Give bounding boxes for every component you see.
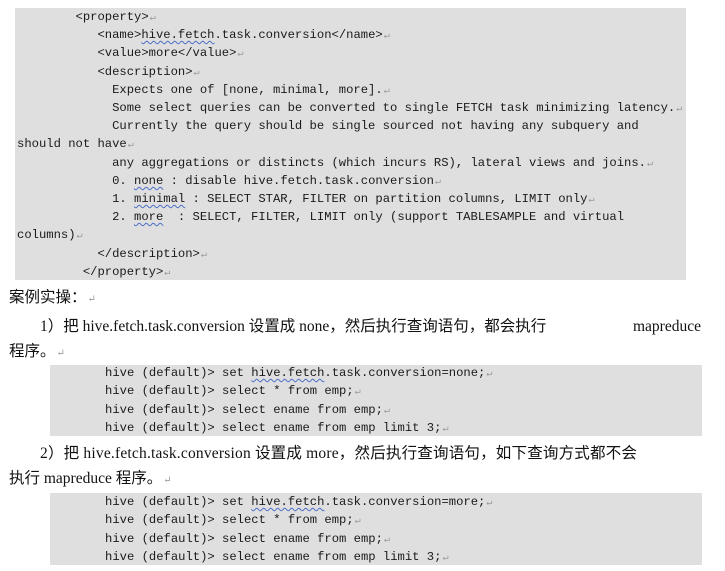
code-text: <description>	[17, 64, 193, 79]
code-text: <value>more</value>	[17, 46, 237, 61]
code-text: columns)	[17, 228, 76, 243]
code-line: hive (default)> set hive.fetch.task.conv…	[105, 364, 492, 382]
code-line: hive (default)> select ename from emp li…	[105, 548, 448, 566]
section-heading-text: 案例实操：	[9, 289, 87, 306]
code-line: 0. none : disable hive.fetch.task.conver…	[17, 172, 441, 190]
paragraph-mark-icon: ↵	[164, 267, 171, 279]
paragraph-mark-icon: ↵	[76, 231, 83, 243]
code-text: 0.	[17, 173, 135, 188]
code-block-none: hive (default)> set hive.fetch.task.conv…	[50, 365, 702, 436]
paragraph-mark-icon: ↵	[486, 498, 493, 509]
code-text: 1.	[17, 192, 135, 206]
spellcheck-flagged-text: minimal	[134, 192, 186, 206]
code-line: 2. more : SELECT, FILTER, LIMIT only (su…	[17, 208, 624, 226]
code-text: </description>	[17, 246, 200, 261]
code-text: hive (default)> select * from emp;	[105, 384, 354, 399]
paragraph-mark-icon: ↵	[383, 85, 390, 97]
paragraph-mark-icon: ↵	[442, 552, 449, 564]
paragraph-mark-icon: ↵	[442, 423, 449, 435]
code-line: hive (default)> select ename from emp;↵	[105, 530, 390, 548]
paragraph-mark-icon: ↵	[127, 140, 134, 152]
spellcheck-flagged-text: more	[134, 210, 164, 225]
code-line: Expects one of [none, minimal, more].↵	[17, 81, 390, 99]
code-text: Expects one of [none, minimal, more].	[17, 82, 383, 97]
paragraph-mark-icon: ↵	[383, 534, 390, 546]
code-text: hive (default)> select ename from emp;	[105, 531, 383, 546]
paragraph-mark-icon: ↵	[200, 249, 207, 261]
code-text: hive (default)> set	[105, 495, 252, 509]
paragraph-mark-icon: ↵	[354, 387, 361, 399]
code-text: hive (default)> select * from emp;	[105, 513, 354, 528]
code-text: should not have	[17, 137, 127, 152]
code-line: <description>↵	[17, 63, 200, 81]
paragraph-mark-icon: ↵	[646, 158, 654, 170]
step2-text-cont: 执行 mapreduce 程序。	[9, 470, 163, 487]
paragraph-mark-icon: ↵	[149, 13, 156, 24]
spellcheck-flagged-text: hive.fetch	[251, 495, 325, 509]
paragraph-mark-icon: ↵	[56, 348, 65, 359]
step1-text: 1）把 hive.fetch.task.conversion 设置成 none，…	[40, 318, 547, 335]
code-text: .task.conversion=none;	[324, 366, 486, 380]
code-text: hive (default)> select ename from emp li…	[105, 549, 442, 564]
code-line: <property>↵	[17, 8, 156, 26]
paragraph-mark-icon: ↵	[87, 294, 96, 305]
code-line: columns)↵	[17, 226, 83, 244]
code-text: hive (default)> select ename from emp li…	[105, 420, 442, 435]
code-text: .task.conversion</name>	[214, 28, 383, 43]
code-text: <property>	[17, 10, 149, 24]
code-text: : SELECT, FILTER, LIMIT only (support TA…	[163, 210, 625, 225]
code-line: hive (default)> set hive.fetch.task.conv…	[105, 493, 492, 511]
paragraph-mark-icon: ↵	[486, 369, 493, 380]
code-text: any aggregations or distincts (which inc…	[17, 155, 646, 170]
code-line: any aggregations or distincts (which inc…	[17, 154, 653, 172]
step1-line1: 1）把 hive.fetch.task.conversion 设置成 none，…	[40, 317, 701, 337]
code-line: hive (default)> select * from emp;↵	[105, 382, 361, 400]
paragraph-mark-icon: ↵	[383, 31, 390, 43]
paragraph-mark-icon: ↵	[588, 195, 595, 206]
code-text: </property>	[17, 264, 164, 279]
code-text: hive (default)> select ename from emp;	[105, 402, 383, 417]
code-text: 2.	[17, 210, 135, 225]
paragraph-mark-icon: ↵	[354, 516, 361, 528]
code-line: <name>hive.fetch.task.conversion</name>↵	[17, 26, 390, 44]
paragraph-mark-icon: ↵	[237, 49, 244, 61]
step2-line2: 执行 mapreduce 程序。↵	[9, 469, 172, 491]
code-line: hive (default)> select ename from emp;↵	[105, 401, 390, 419]
code-line: </description>↵	[17, 245, 207, 263]
code-line: hive (default)> select ename from emp li…	[105, 419, 448, 437]
code-text: .task.conversion=more;	[324, 495, 486, 509]
code-line: <value>more</value>↵	[17, 44, 243, 62]
code-line: Some select queries can be converted to …	[17, 99, 682, 117]
code-text: <name>	[17, 28, 142, 43]
step2-text: 2）把 hive.fetch.task.conversion 设置成 more，…	[40, 445, 638, 462]
spellcheck-flagged-text: hive.fetch	[141, 28, 215, 43]
paragraph-mark-icon: ↵	[676, 104, 683, 115]
code-line: should not have↵	[17, 135, 134, 153]
step2-line1: 2）把 hive.fetch.task.conversion 设置成 more，…	[40, 444, 701, 464]
paragraph-mark-icon: ↵	[193, 67, 200, 79]
code-line: Currently the query should be single sou…	[17, 117, 639, 135]
paragraph-mark-icon: ↵	[383, 405, 390, 417]
code-block-more: hive (default)> set hive.fetch.task.conv…	[50, 493, 702, 565]
paragraph-mark-icon: ↵	[434, 176, 441, 188]
section-heading: 案例实操：↵	[9, 288, 96, 310]
code-text: Some select queries can be converted to …	[17, 101, 676, 115]
config-code-block: <property>↵ <name>hive.fetch.task.conver…	[15, 8, 686, 280]
code-text: hive (default)> set	[105, 366, 252, 380]
paragraph-mark-icon: ↵	[163, 475, 172, 486]
step1-text-end: mapreduce	[633, 318, 701, 335]
code-line: 1. minimal : SELECT STAR, FILTER on part…	[17, 190, 595, 208]
step1-text-cont: 程序。	[9, 343, 56, 360]
code-text: : disable hive.fetch.task.conversion	[163, 173, 434, 188]
code-text: : SELECT STAR, FILTER on partition colum…	[185, 192, 588, 206]
spellcheck-flagged-text: none	[134, 173, 164, 188]
code-text: Currently the query should be single sou…	[17, 119, 639, 134]
step1-line2: 程序。↵	[9, 342, 65, 364]
code-line: hive (default)> select * from emp;↵	[105, 511, 361, 529]
spellcheck-flagged-text: hive.fetch	[251, 366, 325, 380]
code-line: </property>↵	[17, 263, 171, 281]
